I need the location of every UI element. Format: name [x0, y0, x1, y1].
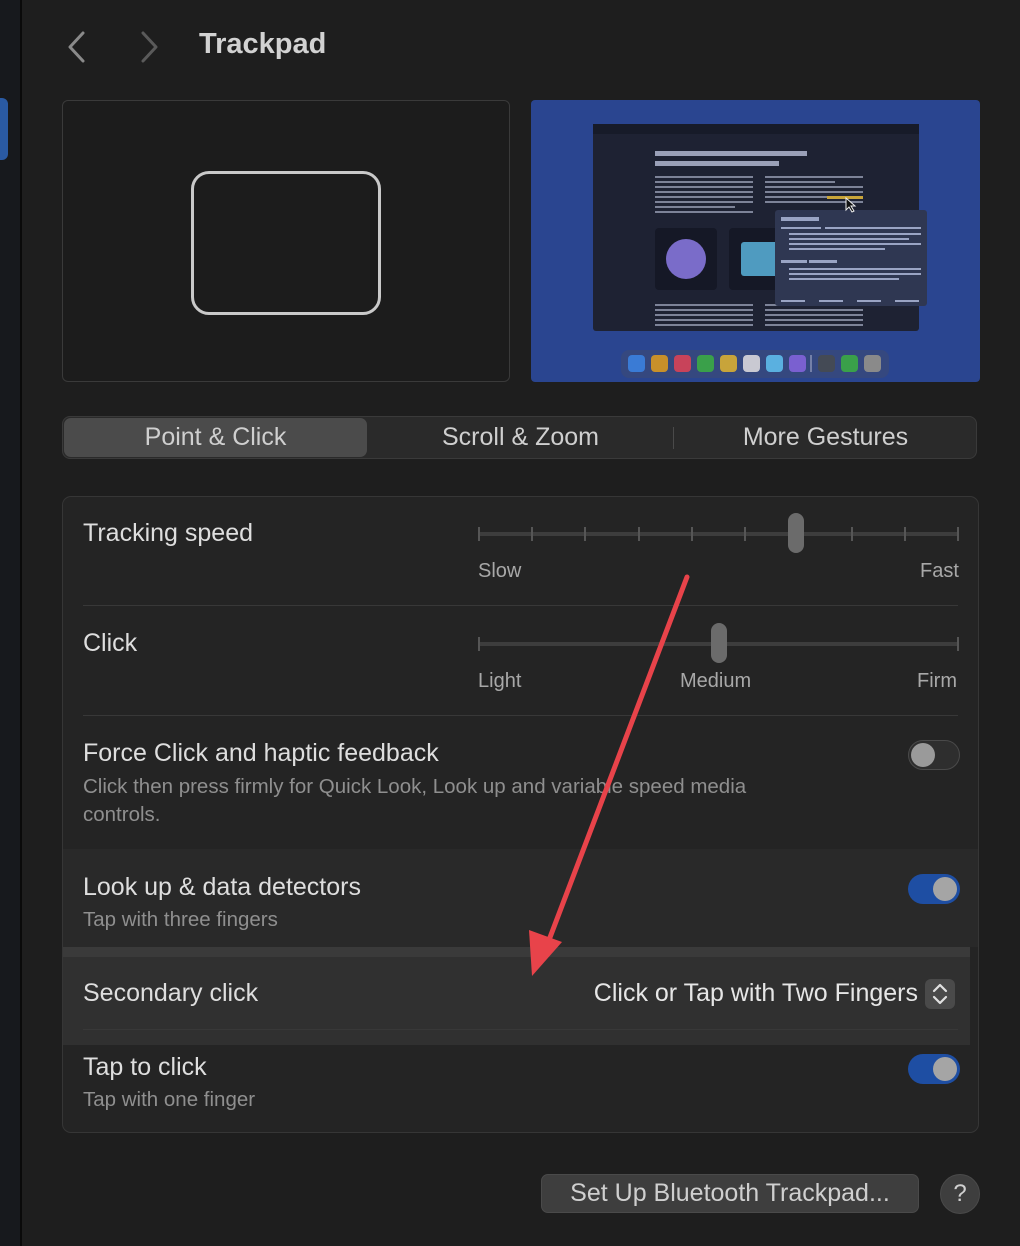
slider-tick [903, 527, 906, 541]
tracking-speed-slider[interactable] [478, 513, 963, 557]
force-click-toggle[interactable] [908, 740, 960, 770]
help-button[interactable]: ? [940, 1174, 980, 1214]
trackpad-outline-icon [191, 171, 381, 315]
slider-tick [531, 527, 534, 541]
click-firm-label: Firm [917, 670, 957, 692]
look-up-label: Look up & data detectors [83, 873, 361, 901]
chevron-up-down-icon [932, 983, 948, 1005]
click-label: Click [83, 629, 138, 657]
click-pressure-slider[interactable] [478, 623, 963, 667]
slider-tick [850, 527, 853, 541]
tab-scroll-and-zoom[interactable]: Scroll & Zoom [369, 417, 672, 458]
slider-tick [637, 527, 640, 541]
tab-point-and-click[interactable]: Point & Click [64, 418, 367, 457]
slider-knob[interactable] [788, 513, 805, 553]
trackpad-gesture-preview [62, 100, 510, 382]
sidebar-divider [20, 0, 22, 1246]
row-separator [83, 605, 958, 606]
tracking-speed-label: Tracking speed [83, 519, 253, 547]
slider-tick [478, 527, 480, 541]
gesture-demo-video [531, 100, 980, 382]
look-up-toggle[interactable] [908, 874, 960, 904]
click-light-label: Light [478, 670, 522, 692]
slider-tick [584, 527, 587, 541]
tap-to-click-label: Tap to click [83, 1053, 207, 1081]
secondary-click-value[interactable]: Click or Tap with Two Fingers [483, 979, 918, 1008]
row-separator [83, 715, 958, 716]
slider-tick [690, 527, 693, 541]
tab-bar: Point & Click Scroll & Zoom More Gesture… [62, 416, 977, 459]
sidebar-edge [0, 0, 20, 1246]
slider-tick [744, 527, 747, 541]
force-click-label: Force Click and haptic feedback [83, 739, 439, 767]
secondary-click-label: Secondary click [83, 979, 259, 1007]
sidebar-selection-indicator [0, 98, 8, 160]
chevron-left-icon [68, 31, 85, 63]
tracking-speed-max-label: Fast [920, 560, 959, 582]
tracking-speed-min-label: Slow [478, 560, 522, 582]
page-title: Trackpad [199, 28, 327, 60]
slider-knob[interactable] [710, 623, 727, 663]
tap-to-click-description: Tap with one finger [83, 1088, 256, 1111]
click-medium-label: Medium [680, 670, 752, 692]
forward-button[interactable] [134, 30, 166, 64]
secondary-click-popup-button[interactable] [925, 979, 955, 1009]
tap-to-click-toggle[interactable] [908, 1054, 960, 1084]
chevron-right-icon [141, 31, 158, 63]
slider-tick [957, 527, 959, 541]
back-button[interactable] [62, 30, 94, 64]
row-separator [83, 1029, 958, 1030]
setup-bluetooth-trackpad-button[interactable]: Set Up Bluetooth Trackpad... [541, 1174, 919, 1213]
settings-panel: Tracking speed Slow Fast Click Light Med… [62, 496, 979, 1133]
tab-more-gestures[interactable]: More Gestures [674, 417, 977, 458]
look-up-description: Tap with three fingers [83, 908, 278, 931]
slider-tick [957, 637, 959, 651]
slider-tick [478, 637, 480, 651]
force-click-description: Click then press firmly for Quick Look, … [83, 775, 747, 826]
